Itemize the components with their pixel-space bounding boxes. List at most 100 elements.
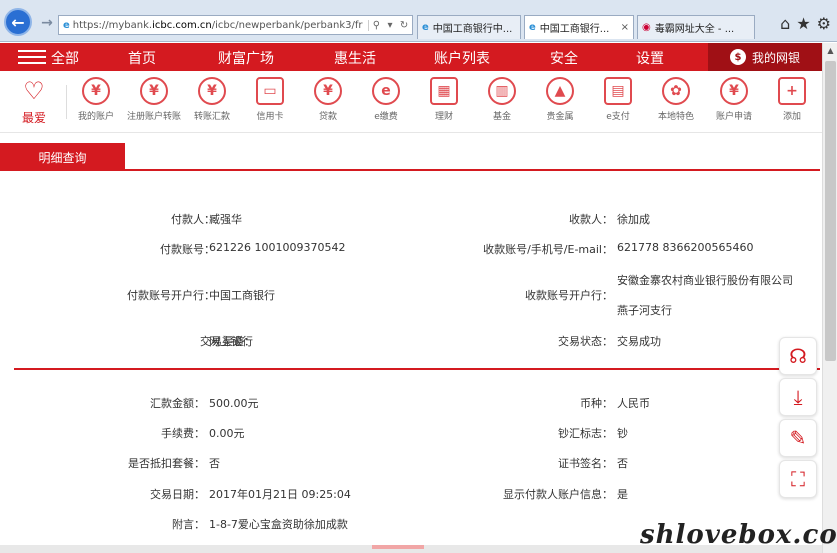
amount-value: 500.00元 [209,397,259,410]
refresh-icon[interactable]: ↻ [400,20,408,31]
browser-tools: ⌂ ★ ⚙ [780,14,831,33]
favorites-icon[interactable]: ★ [796,14,810,33]
show-payer-label: 显示付款人账户信息： [503,488,613,501]
payer-bank-label: 付款账号开户行： [127,289,215,302]
payee-value: 徐加成 [617,213,650,226]
shortcut-icon: ✿ [662,77,690,105]
vertical-scrollbar[interactable]: ▲ [822,43,837,553]
address-bar[interactable]: e https://mybank.icbc.com.cn/icbc/newper… [58,15,413,35]
nav-home[interactable]: 首页 [128,48,156,68]
package-deduct-label: 是否抵扣套餐： [128,457,205,470]
favorites-label: 最爱 [21,111,46,125]
shortcut-icon: ▭ [256,77,284,105]
lock-icon[interactable]: ▾ [387,20,392,31]
tab-detail-query[interactable]: 明细查询 [0,143,125,171]
shortcut-10[interactable]: ✿ 本地特色 [646,77,706,122]
shortcut-label: 转账汇款 [193,112,230,122]
scroll-up-icon[interactable]: ▲ [823,43,837,58]
my-ebank-button[interactable]: $ 我的网银 [708,43,822,71]
browser-chrome: ← → e https://mybank.icbc.com.cn/icbc/ne… [0,0,837,42]
payee-account-value: 621778 8366200565460 [617,241,754,254]
status-value: 交易成功 [617,335,661,348]
payee-account-label: 收款账号/手机号/E-mail： [483,243,613,256]
my-ebank-label: 我的网银 [751,50,800,65]
shortcut-8[interactable]: ▲ 贵金属 [530,77,590,122]
nav-life[interactable]: 惠生活 [334,48,376,68]
scrollbar-thumb[interactable] [825,61,836,361]
close-icon[interactable]: × [621,22,629,33]
date-value: 2017年01月21日 09:25:04 [209,488,351,501]
shortcut-12[interactable]: + 添加 [762,77,822,122]
shortcut-2[interactable]: ¥ 转账汇款 [182,77,242,122]
cert-sign-label: 证书签名： [558,457,613,470]
shortcut-icon: ¥ [314,77,342,105]
shortcut-label: e支付 [606,112,630,122]
back-button[interactable]: ← [4,8,32,36]
package-deduct-value: 否 [209,457,220,470]
note-label: 附言： [172,518,205,531]
address-controls: ⚲ ▾ ↻ [368,19,412,31]
search-icon[interactable]: ⚲ [373,20,380,31]
menu-icon[interactable] [18,50,46,64]
nav-wealth-plaza[interactable]: 财富广场 [218,48,274,68]
shortcut-3[interactable]: ▭ 信用卡 [240,77,300,122]
shortcut-label: 理财 [434,112,453,122]
shortcut-label: 贵金属 [546,112,574,122]
shortcut-label: 注册账户转账 [126,112,181,122]
shortcut-icon: ▲ [546,77,574,105]
payer-value: 臧强华 [209,213,242,226]
download-button[interactable]: ⤓ [779,378,817,416]
nav-all[interactable]: 全部 [51,48,79,68]
shortcut-5[interactable]: e e缴费 [356,77,416,122]
shortcut-icon: ¥ [198,77,226,105]
nav-settings[interactable]: 设置 [636,48,664,68]
channel-value: 网上银行 [209,335,253,348]
payee-label: 收款人： [569,213,613,226]
scan-button[interactable]: ⛶ [779,460,817,498]
shortcut-icon: + [778,77,806,105]
cert-sign-value: 否 [617,457,628,470]
payer-account-label: 付款账号： [160,243,215,256]
shortcut-9[interactable]: ▤ e支付 [588,77,648,122]
nav-account-list[interactable]: 账户列表 [434,48,490,68]
heart-icon: ♡ [23,77,45,105]
tab-title: 中国工商银行中... [432,24,513,35]
shortcut-0[interactable]: ¥ 我的账户 [66,77,126,122]
date-label: 交易日期： [150,488,205,501]
forward-button[interactable]: → [34,10,60,36]
home-icon[interactable]: ⌂ [780,14,790,33]
customer-service-button[interactable]: ☊ [779,337,817,375]
amount-label: 汇款金额： [150,397,205,410]
function-iconbar: ♡ 最爱 ¥ 我的账户 ¥ 注册账户转账 ¥ 转账汇款 ▭ 信用卡 ¥ 贷款 e e缴费 ▦ 理财 ▥ 基金 ▲… [0,71,822,133]
shortcut-1[interactable]: ¥ 注册账户转账 [124,77,184,122]
edit-button[interactable]: ✎ [779,419,817,457]
shortcut-4[interactable]: ¥ 贷款 [298,77,358,122]
fee-label: 手续费： [161,427,205,440]
shortcut-7[interactable]: ▥ 基金 [472,77,532,122]
shortcut-label: e缴费 [374,112,398,122]
browser-tab-2[interactable]: e 中国工商银行... × [524,15,634,39]
nav-security[interactable]: 安全 [550,48,578,68]
scan-icon: ⛶ [791,467,805,491]
shortcut-icon: ▤ [604,77,632,105]
pen-icon: ✎ [789,426,807,450]
favorites-shortcut[interactable]: ♡ 最爱 [4,77,64,126]
browser-tab-1[interactable]: e 中国工商银行中... [417,15,521,39]
shortcut-6[interactable]: ▦ 理财 [414,77,474,122]
shortcut-icon: ▦ [430,77,458,105]
section-divider [14,368,820,370]
browser-tab-3[interactable]: ◉ 毒霸网址大全 - ... [637,15,755,39]
shortcut-label: 信用卡 [256,112,284,122]
shortcut-label: 添加 [782,112,801,122]
payee-bank-value-line2: 燕子河支行 [617,304,672,317]
duba-icon: ◉ [642,22,651,33]
gear-icon[interactable]: ⚙ [817,14,831,33]
shortcut-label: 基金 [492,112,511,122]
url-text: https://mybank.icbc.com.cn/icbc/newperba… [72,19,363,31]
shortcut-icon: ¥ [140,77,168,105]
ie-icon: e [63,19,70,31]
shortcut-label: 本地特色 [657,112,694,122]
shortcut-11[interactable]: ¥ 账户申请 [704,77,764,122]
note-value: 1-8-7爱心宝盒资助徐加成款 [209,518,348,531]
payee-bank-value-line1: 安徽金寨农村商业银行股份有限公司 [617,274,793,287]
